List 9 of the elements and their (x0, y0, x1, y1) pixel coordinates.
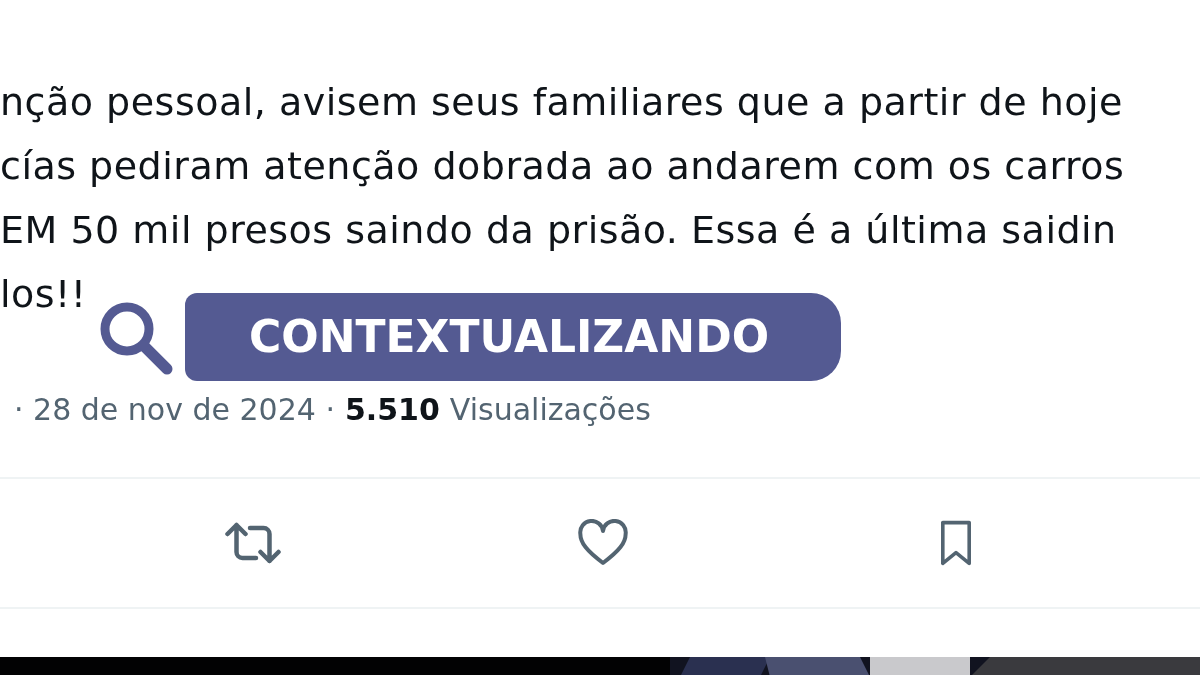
heart-icon[interactable] (576, 519, 630, 567)
tweet-text-line: los!! (0, 271, 88, 318)
tweet-text-line: nção pessoal, avisem seus familiares que a partir de hoje (0, 79, 1124, 126)
view-count: 5.510 (344, 391, 440, 427)
banner-label: CONTEXTUALIZANDO (185, 293, 842, 381)
views-label: Visualizações (449, 391, 651, 427)
post-date: · 28 de nov de 2024 · (14, 391, 335, 427)
tweet-text-line: EM 50 mil presos saindo da prisão. Essa é a última saidin (0, 207, 1118, 254)
tweet-text-line: cías pediram atenção dobrada ao andarem com os carros (0, 143, 1126, 190)
